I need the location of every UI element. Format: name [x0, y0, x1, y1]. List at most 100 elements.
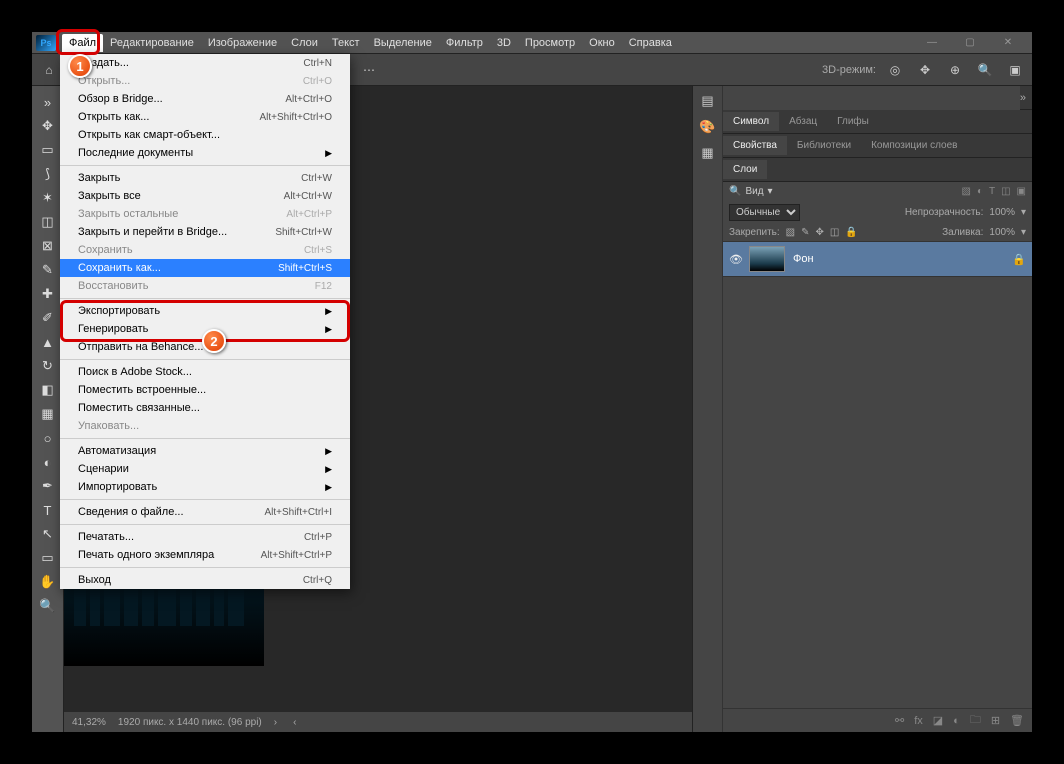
history-icon[interactable]: ▤	[699, 92, 717, 110]
menu-view[interactable]: Просмотр	[518, 34, 582, 52]
delete-icon[interactable]: 🗑	[1010, 714, 1024, 727]
crop-tool-icon[interactable]: ◫	[34, 210, 62, 234]
lock-artboard-icon[interactable]: ◫	[830, 227, 839, 238]
menu-edit[interactable]: Редактирование	[103, 34, 201, 52]
tab-layers[interactable]: Слои	[723, 160, 767, 179]
menu-help[interactable]: Справка	[622, 34, 679, 52]
tab-paragraph[interactable]: Абзац	[779, 112, 827, 131]
lock-paint-icon[interactable]: ✎	[801, 227, 809, 238]
lock-all-icon[interactable]: 🔒	[845, 227, 857, 238]
menu-file[interactable]: Файл	[62, 34, 103, 52]
more-icon[interactable]: ⋯	[358, 59, 380, 81]
menu-item[interactable]: Печать одного экземпляраAlt+Shift+Ctrl+P	[60, 546, 350, 564]
gradient-tool-icon[interactable]: ▦	[34, 402, 62, 426]
tab-character[interactable]: Символ	[723, 112, 779, 131]
close-icon[interactable]: ✕	[996, 34, 1020, 52]
menu-filter[interactable]: Фильтр	[439, 34, 490, 52]
menu-window[interactable]: Окно	[582, 34, 622, 52]
menu-item[interactable]: Открыть как смарт-объект...	[60, 126, 350, 144]
zoom-tool-icon[interactable]: 🔍	[34, 594, 62, 618]
menu-item[interactable]: Сценарии▶	[60, 460, 350, 478]
menu-3d[interactable]: 3D	[490, 34, 518, 52]
menu-select[interactable]: Выделение	[367, 34, 439, 52]
menu-item[interactable]: ВыходCtrl+Q	[60, 571, 350, 589]
menu-item[interactable]: Открыть как...Alt+Shift+Ctrl+O	[60, 108, 350, 126]
dodge-tool-icon[interactable]: ◐	[34, 450, 62, 474]
pen-tool-icon[interactable]: ✒	[34, 474, 62, 498]
menu-item[interactable]: Сведения о файле...Alt+Shift+Ctrl+I	[60, 503, 350, 521]
mask-icon[interactable]: ◪	[933, 714, 943, 727]
filter-type-icon[interactable]: T	[989, 186, 995, 197]
hand-tool-icon[interactable]: ✋	[34, 570, 62, 594]
maximize-icon[interactable]: ▢	[958, 34, 982, 52]
opacity-value[interactable]: 100%	[989, 207, 1015, 218]
search-icon[interactable]: 🔍	[729, 186, 741, 197]
menu-item[interactable]: ЗакрытьCtrl+W	[60, 169, 350, 187]
menu-item[interactable]: Поместить встроенные...	[60, 381, 350, 399]
tab-layer-comps[interactable]: Композиции слоев	[861, 136, 967, 155]
layer-thumbnail[interactable]	[749, 246, 785, 272]
layer-name[interactable]: Фон	[793, 253, 1004, 265]
menu-layers[interactable]: Слои	[284, 34, 325, 52]
link-layers-icon[interactable]: ⚯	[895, 714, 904, 727]
menu-item[interactable]: Импортировать▶	[60, 478, 350, 496]
3d-orbit-icon[interactable]: ◎	[884, 59, 906, 81]
eyedropper-tool-icon[interactable]: ✎	[34, 258, 62, 282]
shape-tool-icon[interactable]: ▭	[34, 546, 62, 570]
menu-item[interactable]: Закрыть всеAlt+Ctrl+W	[60, 187, 350, 205]
visibility-icon[interactable]: 👁	[729, 253, 741, 266]
layer-row[interactable]: 👁 Фон 🔒	[723, 241, 1032, 277]
fill-value[interactable]: 100%	[989, 227, 1015, 238]
filter-pixel-icon[interactable]: ▧	[961, 186, 970, 197]
3d-pan-icon[interactable]: ✥	[914, 59, 936, 81]
minimize-icon[interactable]: —	[920, 34, 944, 52]
tab-properties[interactable]: Свойства	[723, 136, 787, 155]
chevron-right-icon[interactable]: ›	[274, 717, 277, 728]
adjustment-icon[interactable]: ◐	[953, 715, 960, 727]
filter-adjust-icon[interactable]: ◐	[977, 186, 983, 197]
brush-tool-icon[interactable]: ✐	[34, 306, 62, 330]
blend-mode-select[interactable]: Обычные	[729, 204, 800, 221]
lock-transparent-icon[interactable]: ▧	[786, 227, 795, 238]
menu-item[interactable]: Закрыть и перейти в Bridge...Shift+Ctrl+…	[60, 223, 350, 241]
menu-item[interactable]: Поиск в Adobe Stock...	[60, 363, 350, 381]
menu-text[interactable]: Текст	[325, 34, 367, 52]
eraser-tool-icon[interactable]: ◧	[34, 378, 62, 402]
tab-glyphs[interactable]: Глифы	[827, 112, 879, 131]
collapse-panels-icon[interactable]: »	[1020, 92, 1026, 104]
3d-zoom-icon[interactable]: ⊕	[944, 59, 966, 81]
menu-item[interactable]: Создать...Ctrl+N	[60, 54, 350, 72]
menu-item[interactable]: Сохранить как...Shift+Ctrl+S	[60, 259, 350, 277]
blur-tool-icon[interactable]: ○	[34, 426, 62, 450]
tab-libraries[interactable]: Библиотеки	[787, 136, 861, 155]
color-icon[interactable]: 🎨	[699, 118, 717, 136]
menu-image[interactable]: Изображение	[201, 34, 284, 52]
frame-tool-icon[interactable]: ⊠	[34, 234, 62, 258]
fx-icon[interactable]: fx	[914, 715, 923, 727]
menu-item[interactable]: Автоматизация▶	[60, 442, 350, 460]
filter-type-label[interactable]: Вид	[745, 186, 763, 197]
new-layer-icon[interactable]: ⊞	[991, 714, 1000, 727]
filter-smart-icon[interactable]: ▣	[1017, 186, 1026, 197]
collapse-icon[interactable]: »	[34, 90, 62, 114]
swatches-icon[interactable]: ▦	[699, 144, 717, 162]
home-icon[interactable]: ⌂	[38, 59, 60, 81]
menu-item[interactable]: Последние документы▶	[60, 144, 350, 162]
path-tool-icon[interactable]: ↖	[34, 522, 62, 546]
history-brush-icon[interactable]: ↻	[34, 354, 62, 378]
wand-tool-icon[interactable]: ✶	[34, 186, 62, 210]
group-icon[interactable]: 🗀	[970, 711, 981, 730]
filter-shape-icon[interactable]: ◫	[1001, 186, 1010, 197]
lasso-tool-icon[interactable]: ⟆	[34, 162, 62, 186]
lock-position-icon[interactable]: ✥	[816, 227, 824, 238]
menu-item[interactable]: Обзор в Bridge...Alt+Ctrl+O	[60, 90, 350, 108]
menu-item[interactable]: Экспортировать▶	[60, 302, 350, 320]
move-tool-icon[interactable]: ✥	[34, 114, 62, 138]
healing-tool-icon[interactable]: ✚	[34, 282, 62, 306]
stamp-tool-icon[interactable]: ▲	[34, 330, 62, 354]
menu-item[interactable]: Поместить связанные...	[60, 399, 350, 417]
search-icon[interactable]: 🔍	[974, 59, 996, 81]
workspace-icon[interactable]: ▣	[1004, 59, 1026, 81]
marquee-tool-icon[interactable]: ▭	[34, 138, 62, 162]
type-tool-icon[interactable]: T	[34, 498, 62, 522]
